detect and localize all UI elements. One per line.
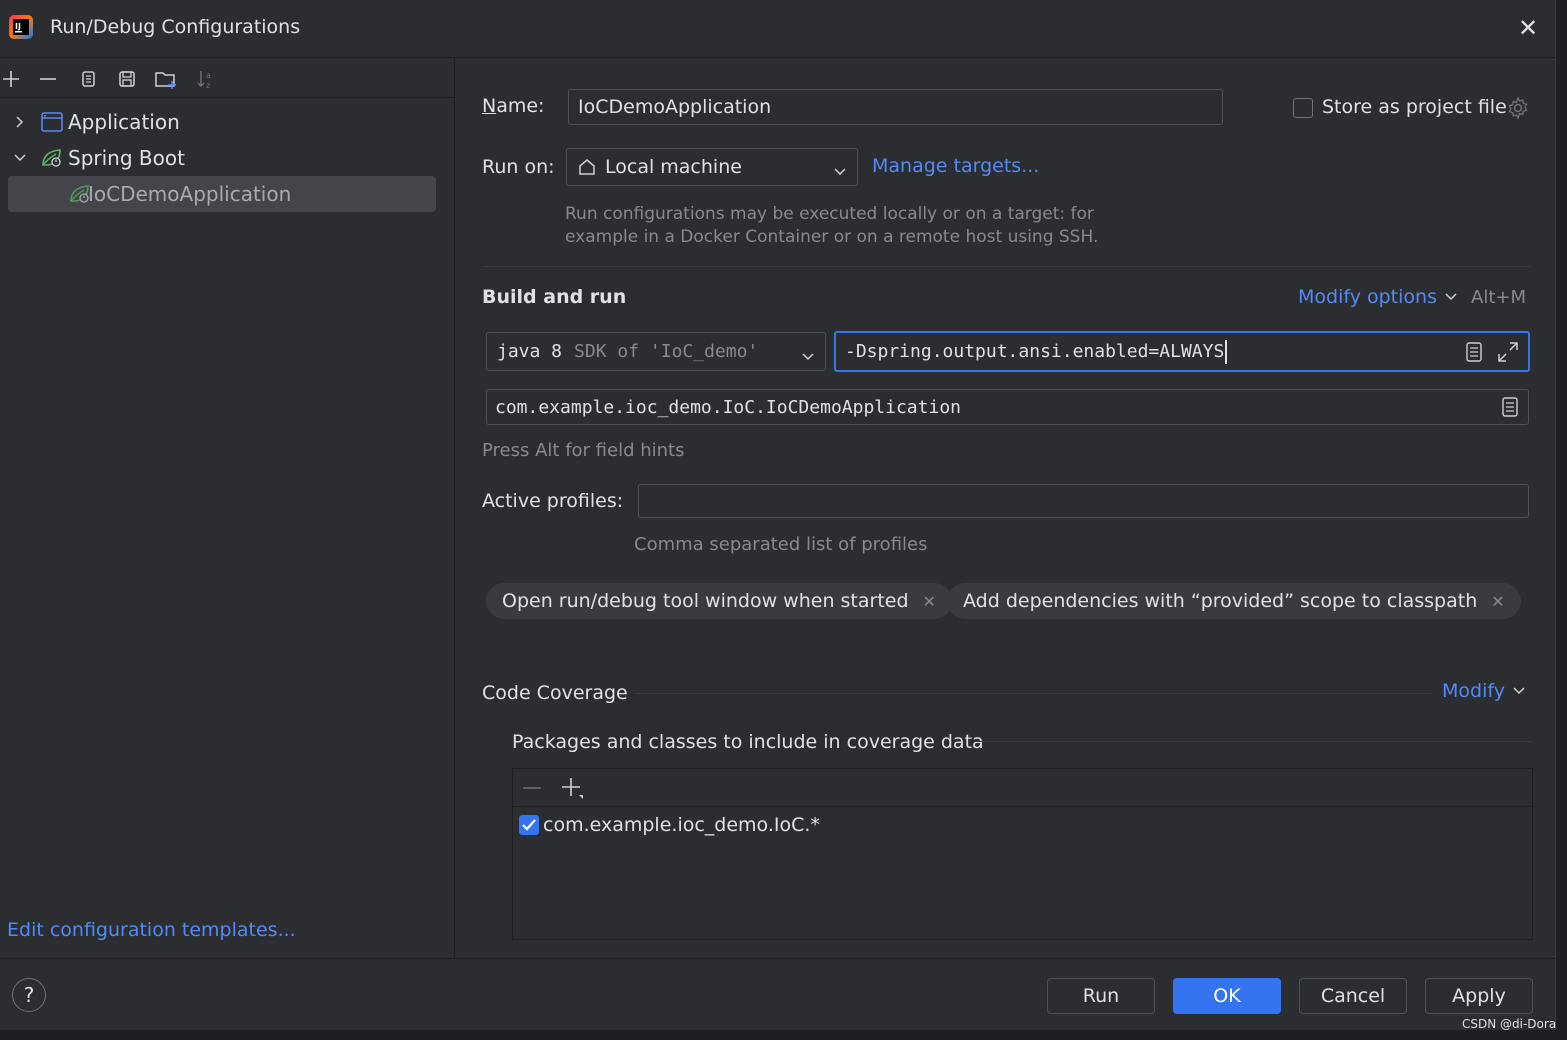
store-as-project-file-label[interactable]: Store as project file [1322, 96, 1507, 118]
name-label: Name: [482, 95, 544, 117]
active-profiles-hint: Comma separated list of profiles [634, 534, 928, 555]
coverage-list-toolbar [513, 769, 1532, 807]
chevron-down-icon[interactable] [8, 152, 32, 164]
jdk-dropdown[interactable]: java 8 SDK of 'IoC_demo' [486, 332, 826, 371]
modify-options-button[interactable]: Modify options [1298, 286, 1457, 308]
chevron-down-icon [1445, 292, 1457, 302]
chip-label: Open run/debug tool window when started [502, 590, 909, 612]
option-chip[interactable]: Open run/debug tool window when started … [486, 583, 952, 619]
jdk-version: java 8 [497, 341, 563, 362]
ok-button-label: OK [1213, 985, 1241, 1007]
apply-button-label: Apply [1452, 985, 1506, 1007]
name-label-mnemonic: N [482, 95, 497, 117]
sort-icon[interactable]: az [191, 64, 221, 94]
coverage-list-panel: com.example.ioc_demo.IoC.* [512, 768, 1533, 940]
window-title: Run/Debug Configurations [50, 16, 301, 38]
option-chip[interactable]: Add dependencies with “provided” scope t… [947, 583, 1521, 619]
cancel-button[interactable]: Cancel [1299, 978, 1407, 1014]
coverage-modify-button[interactable]: Modify [1442, 680, 1525, 702]
tree-item-application[interactable]: Application [8, 104, 436, 140]
chevron-down-icon [1513, 686, 1525, 696]
active-profiles-field[interactable] [638, 484, 1529, 518]
run-on-hint-line1: Run configurations may be executed local… [565, 204, 1094, 224]
run-debug-dialog: IJ Run/Debug Configurations ✕ a z Applic… [0, 0, 1556, 1030]
spring-boot-icon [38, 147, 66, 169]
apply-button[interactable]: Apply [1425, 978, 1533, 1014]
chevron-down-icon [833, 161, 847, 183]
remove-icon[interactable] [33, 64, 63, 94]
close-icon[interactable]: ✕ [1491, 592, 1504, 611]
vm-options-field[interactable]: -Dspring.output.ansi.enabled=ALWAYS [834, 331, 1530, 372]
run-button[interactable]: Run [1047, 978, 1155, 1014]
modify-options-shortcut: Alt+M [1471, 287, 1526, 308]
ok-button[interactable]: OK [1173, 978, 1281, 1014]
add-icon[interactable] [0, 64, 26, 94]
configuration-tree-pane: az Application Spring Boot IoCDemoApplic… [0, 58, 455, 958]
build-and-run-heading: Build and run [482, 286, 627, 308]
edit-templates-link[interactable]: Edit configuration templates... [7, 919, 296, 941]
run-on-value: Local machine [605, 156, 742, 178]
tree-item-label: Spring Boot [68, 146, 185, 170]
chevron-down-icon [801, 346, 815, 368]
watermark: CSDN @di-Dora [1462, 1017, 1557, 1031]
name-field[interactable]: IoCDemoApplication [568, 89, 1223, 125]
jdk-description: SDK of 'IoC_demo' [574, 341, 759, 362]
coverage-item-checkbox[interactable] [519, 815, 539, 835]
new-folder-icon[interactable] [151, 64, 181, 94]
main-class-field[interactable]: com.example.ioc_demo.IoC.IoCDemoApplicat… [486, 389, 1529, 425]
home-icon [577, 157, 597, 177]
help-button[interactable]: ? [12, 978, 46, 1012]
tree-toolbar: az [0, 58, 455, 98]
coverage-packages-title: Packages and classes to include in cover… [512, 731, 984, 753]
active-profiles-label: Active profiles: [482, 490, 624, 512]
chip-label: Add dependencies with “provided” scope t… [963, 590, 1478, 612]
run-button-label: Run [1082, 985, 1120, 1007]
vm-options-value: -Dspring.output.ansi.enabled=ALWAYS [845, 341, 1225, 362]
tree-item-iocdemoapplication[interactable]: IoCDemoApplication [8, 176, 436, 212]
main-class-value: com.example.ioc_demo.IoC.IoCDemoApplicat… [495, 396, 961, 418]
coverage-item-label: com.example.ioc_demo.IoC.* [543, 814, 820, 836]
title-bar: IJ Run/Debug Configurations ✕ [0, 0, 1556, 58]
coverage-modify-label: Modify [1442, 680, 1505, 702]
modify-options-label: Modify options [1298, 286, 1437, 308]
remove-icon[interactable] [521, 778, 543, 803]
coverage-list-item[interactable]: com.example.ioc_demo.IoC.* [519, 814, 820, 836]
run-on-label: Run on: [482, 156, 555, 178]
run-on-dropdown[interactable]: Local machine [566, 148, 858, 186]
add-icon[interactable] [560, 776, 586, 807]
browse-class-icon[interactable] [1500, 396, 1520, 418]
store-as-project-file-checkbox[interactable] [1293, 98, 1313, 118]
cancel-button-label: Cancel [1320, 985, 1386, 1007]
copy-icon[interactable] [73, 64, 103, 94]
separator [482, 266, 1530, 267]
expand-text-icon[interactable] [1464, 341, 1484, 363]
save-icon[interactable] [112, 64, 142, 94]
close-icon[interactable]: ✕ [1518, 14, 1544, 42]
separator [976, 741, 1532, 742]
name-label-text: ame: [496, 95, 545, 117]
help-icon: ? [23, 983, 35, 1007]
separator [634, 693, 1432, 694]
svg-text:a: a [206, 71, 211, 80]
application-icon [38, 112, 66, 132]
field-hint: Press Alt for field hints [482, 440, 685, 461]
name-value: IoCDemoApplication [578, 96, 772, 118]
svg-text:z: z [206, 81, 210, 90]
tree-item-label: IoCDemoApplication [88, 182, 292, 206]
close-icon[interactable]: ✕ [923, 592, 936, 611]
manage-targets-link[interactable]: Manage targets... [872, 155, 1039, 177]
code-coverage-heading: Code Coverage [482, 682, 628, 704]
tree-item-label: Application [68, 110, 180, 134]
text-cursor [1225, 339, 1227, 364]
separator [0, 958, 1556, 959]
tree-item-spring-boot[interactable]: Spring Boot [8, 140, 436, 176]
gear-icon[interactable] [1506, 96, 1530, 125]
maximize-icon[interactable] [1496, 340, 1520, 364]
run-on-hint-line2: example in a Docker Container or on a re… [565, 227, 1099, 247]
intellij-logo-icon: IJ [8, 14, 34, 40]
chevron-right-icon[interactable] [8, 115, 32, 129]
svg-text:IJ: IJ [15, 22, 21, 31]
